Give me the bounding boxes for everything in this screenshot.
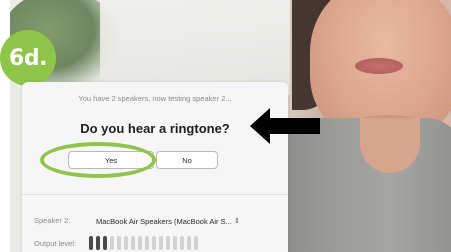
output-level-bar bbox=[131, 236, 135, 250]
output-level-bar bbox=[145, 236, 149, 250]
no-button[interactable]: No bbox=[156, 151, 218, 169]
tutorial-frame: 6d. You have 2 speakers, now testing spe… bbox=[0, 0, 451, 252]
output-level-bar bbox=[117, 236, 121, 250]
output-level-bar bbox=[124, 236, 128, 250]
output-level-meter bbox=[89, 236, 198, 250]
output-level-bar bbox=[89, 236, 93, 250]
speaker-select-value: MacBook Air Speakers (MacBook Air S... bbox=[96, 216, 232, 226]
left-arrow-icon bbox=[250, 108, 320, 144]
speaker-label: Speaker 2: bbox=[34, 216, 71, 225]
person-lips bbox=[355, 58, 403, 74]
output-level-bar bbox=[103, 236, 107, 250]
output-level-bar bbox=[110, 236, 114, 250]
yes-button[interactable]: Yes bbox=[68, 151, 154, 169]
output-level-label: Output level: bbox=[34, 239, 77, 248]
output-level-bar bbox=[180, 236, 184, 250]
output-level-bar bbox=[96, 236, 100, 250]
speaker-select[interactable]: MacBook Air Speakers (MacBook Air S... ⇕ bbox=[96, 215, 266, 227]
output-level-bar bbox=[152, 236, 156, 250]
output-level-bar bbox=[138, 236, 142, 250]
chevron-up-down-icon: ⇕ bbox=[233, 218, 240, 225]
window-background bbox=[100, 0, 290, 95]
output-level-bar bbox=[194, 236, 198, 250]
speaker-test-dialog: You have 2 speakers, now testing speaker… bbox=[22, 82, 288, 252]
output-level-bar bbox=[166, 236, 170, 250]
output-level-bar bbox=[187, 236, 191, 250]
dialog-divider bbox=[22, 194, 288, 195]
ringtone-question: Do you hear a ringtone? bbox=[80, 121, 230, 136]
output-level-bar bbox=[173, 236, 177, 250]
output-level-bar bbox=[159, 236, 163, 250]
step-badge: 6d. bbox=[0, 30, 56, 86]
testing-status-text: You have 2 speakers, now testing speaker… bbox=[78, 94, 232, 103]
